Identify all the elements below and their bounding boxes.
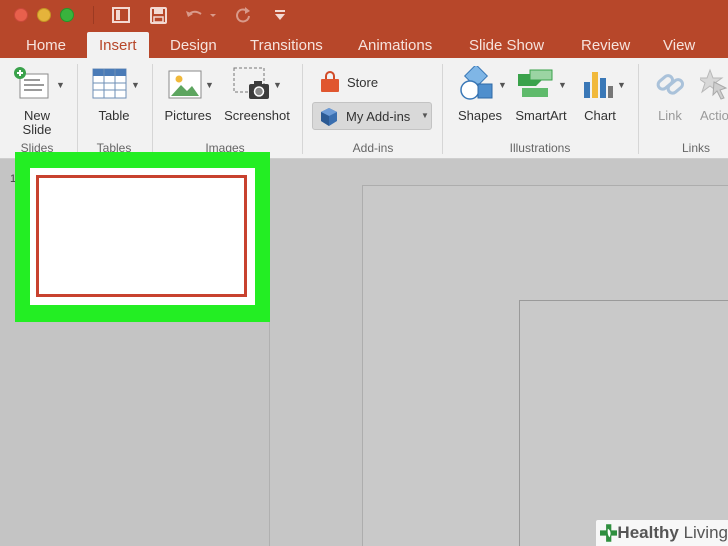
ribbon-divider [77, 64, 78, 154]
title-bar [0, 0, 728, 30]
tab-design[interactable]: Design [170, 37, 217, 54]
titlebar-divider [93, 6, 94, 24]
undo-icon[interactable] [183, 5, 217, 25]
tab-slide-show[interactable]: Slide Show [469, 37, 544, 54]
smartart-icon[interactable] [516, 68, 556, 100]
pictures-label[interactable]: Pictures [160, 108, 216, 123]
tab-transitions[interactable]: Transitions [250, 37, 323, 54]
watermark-text: Healthy Living [617, 523, 728, 543]
action-icon[interactable] [696, 68, 728, 100]
new-slide-dropdown-icon[interactable]: ▼ [56, 80, 65, 90]
group-label-addins: Add-ins [352, 141, 394, 155]
redo-icon[interactable] [232, 5, 254, 25]
ribbon-divider [638, 64, 639, 154]
store-label: Store [347, 74, 379, 90]
shapes-label[interactable]: Shapes [452, 108, 508, 123]
group-label-links: Links [681, 141, 710, 155]
store-bag-icon [321, 71, 339, 92]
tab-insert[interactable]: Insert [87, 32, 149, 58]
tab-review[interactable]: Review [581, 37, 630, 54]
new-slide-icon[interactable] [12, 66, 52, 102]
store-button[interactable]: Store [320, 70, 378, 94]
table-icon[interactable] [92, 68, 128, 100]
healthy-living-watermark: Healthy Living [596, 520, 728, 546]
new-slide-label-line1[interactable]: New [14, 108, 60, 123]
chart-label[interactable]: Chart [576, 108, 624, 123]
shapes-icon[interactable] [458, 63, 496, 102]
minimize-window-button[interactable] [37, 8, 51, 22]
group-label-illustrations: Illustrations [509, 141, 571, 155]
smartart-dropdown-icon[interactable]: ▼ [558, 80, 567, 90]
insert-ribbon: ▼ New Slide Slides ▼ Table Tables ▼ Pict… [0, 58, 728, 159]
save-icon[interactable] [147, 5, 169, 25]
my-addins-button[interactable]: My Add-ins ▼ [312, 102, 432, 130]
screenshot-dropdown-icon[interactable]: ▼ [273, 80, 282, 90]
ribbon-divider [442, 64, 443, 154]
slide-thumbnail[interactable] [36, 175, 247, 297]
screenshot-label[interactable]: Screenshot [222, 108, 292, 123]
watermark-light: Living [683, 523, 728, 542]
new-slide-label-line2[interactable]: Slide [14, 122, 60, 137]
table-label[interactable]: Table [92, 108, 136, 123]
pictures-dropdown-icon[interactable]: ▼ [205, 80, 214, 90]
shapes-dropdown-icon[interactable]: ▼ [498, 80, 507, 90]
link-icon[interactable] [653, 68, 687, 100]
tab-view[interactable]: View [663, 37, 695, 54]
healthy-living-logo-icon [600, 524, 618, 542]
link-label[interactable]: Link [654, 108, 686, 123]
action-label[interactable]: Actio [700, 108, 728, 123]
content-placeholder[interactable] [519, 300, 728, 546]
tab-home[interactable]: Home [26, 37, 66, 54]
ribbon-tab-bar: Home Insert Design Transitions Animation… [0, 30, 728, 58]
smartart-label[interactable]: SmartArt [510, 108, 572, 123]
tab-animations[interactable]: Animations [358, 37, 432, 54]
my-addins-dropdown-icon[interactable]: ▼ [421, 111, 429, 120]
sidebar-icon[interactable] [110, 5, 132, 25]
addins-cube-icon [321, 108, 337, 126]
ribbon-divider [152, 64, 153, 154]
ribbon-divider [302, 64, 303, 154]
watermark-bold: Healthy [617, 523, 679, 542]
chart-dropdown-icon[interactable]: ▼ [617, 80, 626, 90]
chart-icon[interactable] [582, 68, 614, 100]
maximize-window-button[interactable] [60, 8, 74, 22]
pictures-icon[interactable] [168, 70, 202, 100]
screenshot-icon[interactable] [232, 66, 272, 102]
customize-icon[interactable] [271, 5, 289, 25]
close-window-button[interactable] [14, 8, 28, 22]
my-addins-label: My Add-ins [346, 109, 411, 124]
table-dropdown-icon[interactable]: ▼ [131, 80, 140, 90]
